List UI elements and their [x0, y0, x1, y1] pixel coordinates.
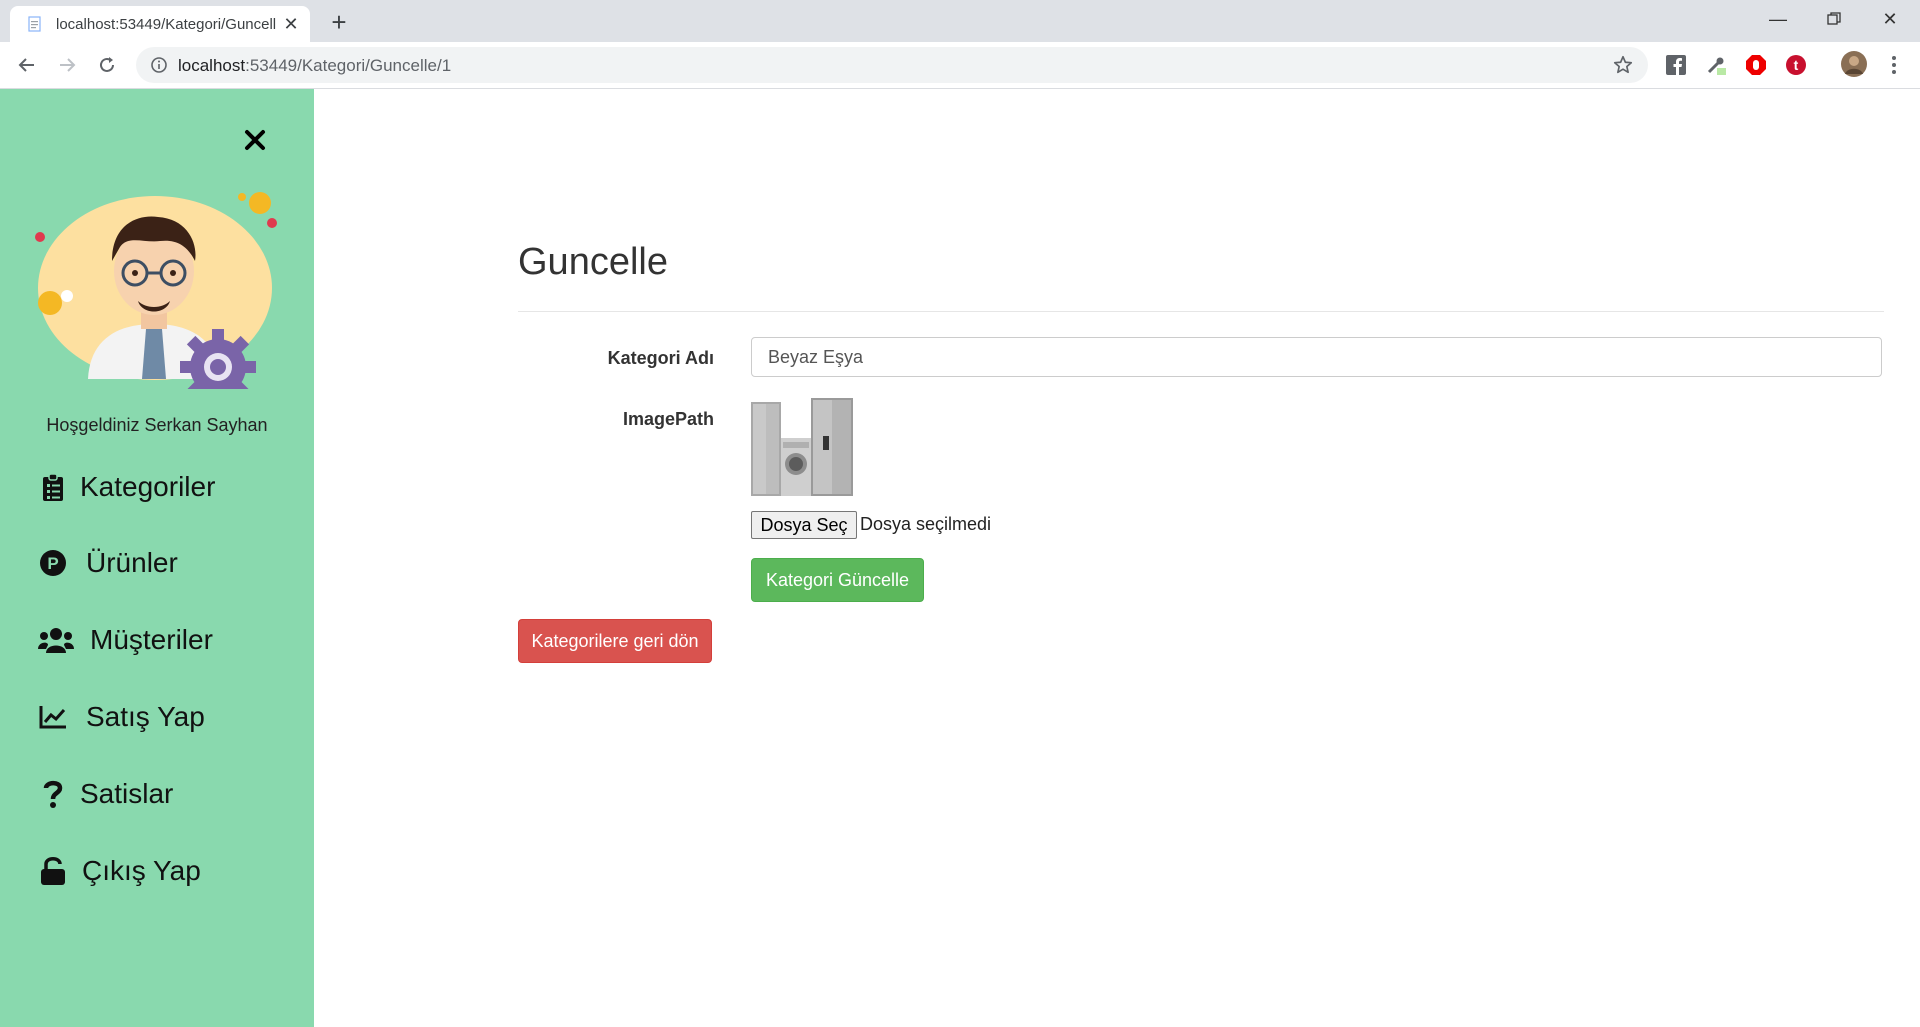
facebook-extension-icon[interactable]	[1664, 53, 1688, 77]
choose-file-button[interactable]: Dosya Seç	[751, 511, 857, 539]
svg-text:t: t	[1794, 57, 1799, 73]
sidebar-item-label: Ürünler	[86, 547, 178, 578]
close-window-icon[interactable]: ✕	[1870, 4, 1910, 34]
sidebar-item-label: Müşteriler	[90, 624, 213, 655]
browser-toolbar: localhost:53449/Kategori/Guncelle/1 t	[0, 42, 1920, 89]
lock-open-icon	[38, 856, 68, 886]
divider	[518, 311, 1884, 312]
sidebar-item-musteriler[interactable]: Müşteriler	[38, 620, 213, 660]
category-name-input[interactable]	[751, 337, 1882, 377]
minimize-icon[interactable]: —	[1758, 4, 1798, 34]
question-icon	[38, 779, 68, 809]
update-category-button[interactable]: Kategori Güncelle	[751, 558, 924, 602]
sidebar-item-label: Satislar	[80, 778, 174, 809]
chrome-menu-icon[interactable]	[1882, 53, 1906, 77]
image-path-label: ImagePath	[622, 409, 714, 429]
browser-tab-strip: localhost:53449/Kategori/Guncelle/1 ✕ + …	[0, 0, 1920, 42]
sidebar-item-cikis-yap[interactable]: Çıkış Yap	[38, 851, 201, 891]
sidebar-item-label: Satış Yap	[86, 701, 205, 732]
browser-tab[interactable]: localhost:53449/Kategori/Guncelle/1 ✕	[10, 6, 310, 42]
file-status-text: Dosya seçilmedi	[860, 514, 992, 534]
avatar	[28, 189, 284, 489]
bookmark-star-icon[interactable]	[1612, 54, 1634, 76]
tab-title: localhost:53449/Kategori/Guncelle/1	[56, 15, 276, 33]
svg-text:P: P	[47, 554, 58, 573]
sidebar-item-urunler[interactable]: P Ürünler	[38, 543, 178, 583]
users-icon	[38, 625, 74, 655]
restore-icon[interactable]	[1814, 4, 1854, 34]
sidebar-item-label: Kategoriler	[80, 471, 216, 502]
page-title: Guncelle	[518, 241, 668, 283]
close-icon[interactable]	[240, 125, 270, 155]
eyedropper-extension-icon[interactable]	[1704, 53, 1728, 77]
clipboard-list-icon	[38, 472, 68, 502]
welcome-text: Hoşgeldiniz Serkan Sayhan	[46, 415, 268, 435]
reload-icon[interactable]	[92, 50, 122, 80]
back-to-categories-button[interactable]: Kategorilere geri dön	[518, 619, 712, 663]
sidebar-item-satislar[interactable]: Satislar	[38, 774, 173, 814]
adblock-extension-icon[interactable]	[1744, 53, 1768, 77]
url-text: localhost:53449/Kategori/Guncelle/1	[178, 56, 452, 75]
sidebar-item-satis-yap[interactable]: Satış Yap	[38, 697, 205, 737]
t-extension-icon[interactable]: t	[1784, 53, 1808, 77]
profile-avatar-icon[interactable]	[1840, 50, 1868, 78]
new-tab-icon[interactable]: +	[326, 9, 352, 36]
site-info-icon[interactable]	[150, 56, 168, 74]
sidebar: Hoşgeldiniz Serkan Sayhan Kategoriler P …	[0, 89, 314, 1027]
forward-arrow-icon[interactable]	[52, 50, 82, 80]
sidebar-item-label: Çıkış Yap	[82, 855, 201, 886]
category-image	[751, 398, 853, 498]
tab-close-icon[interactable]: ✕	[282, 15, 300, 33]
category-name-label: Kategori Adı	[607, 348, 714, 368]
chart-line-icon	[38, 702, 68, 732]
page-favicon-icon	[26, 15, 44, 33]
product-p-icon: P	[38, 548, 68, 578]
back-arrow-icon[interactable]	[12, 50, 42, 80]
main-content: Guncelle Kategori Adı ImagePath Dosya Se…	[314, 89, 1920, 1027]
sidebar-item-kategoriler[interactable]: Kategoriler	[38, 467, 215, 507]
address-bar[interactable]: localhost:53449/Kategori/Guncelle/1	[136, 47, 1648, 83]
